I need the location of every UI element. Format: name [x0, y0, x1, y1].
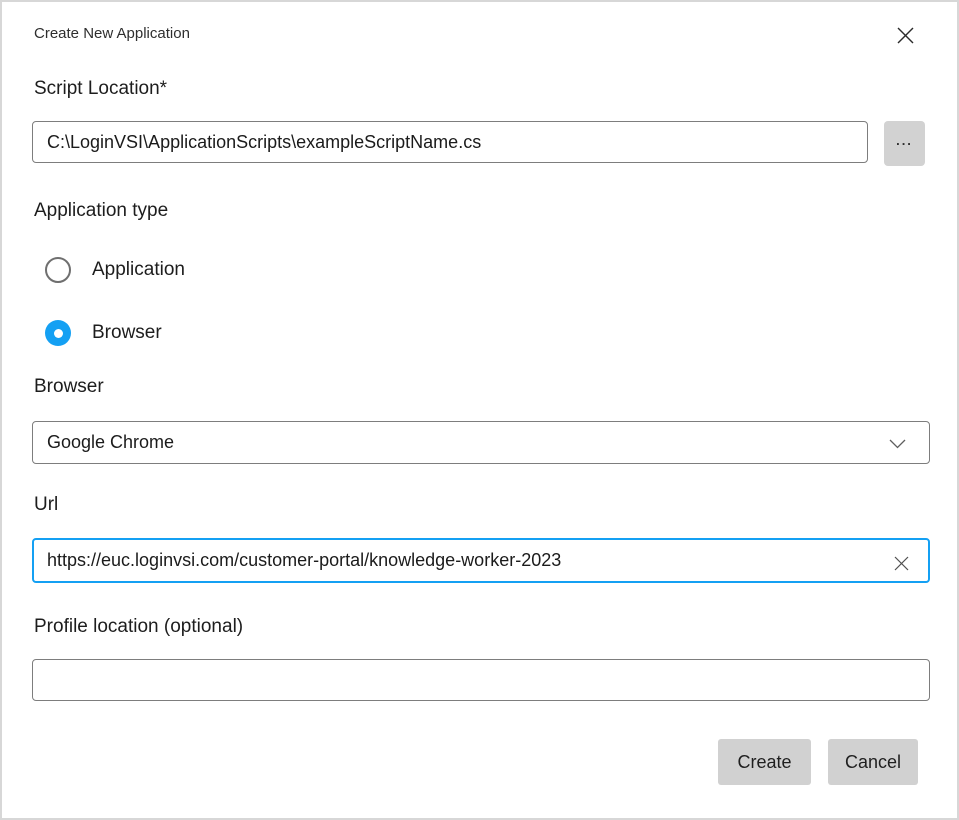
- radio-dot: [54, 329, 63, 338]
- radio-application-label: Application: [92, 259, 185, 281]
- cancel-button[interactable]: Cancel: [828, 739, 918, 785]
- close-icon: [897, 27, 914, 44]
- radio-selected-icon: [45, 320, 71, 346]
- radio-application[interactable]: Application: [45, 257, 185, 283]
- browser-label: Browser: [34, 376, 104, 398]
- close-button[interactable]: [886, 16, 924, 54]
- browser-select[interactable]: Google Chrome: [32, 421, 930, 464]
- create-button[interactable]: Create: [718, 739, 811, 785]
- application-type-label: Application type: [34, 200, 168, 222]
- chevron-down-icon: [889, 439, 906, 449]
- browser-select-value: Google Chrome: [47, 432, 174, 453]
- url-input[interactable]: [32, 538, 930, 583]
- url-label: Url: [34, 494, 58, 516]
- radio-unselected-icon: [45, 257, 71, 283]
- clear-icon: [894, 556, 909, 571]
- radio-browser-label: Browser: [92, 322, 162, 344]
- radio-browser[interactable]: Browser: [45, 320, 162, 346]
- profile-location-input[interactable]: [32, 659, 930, 701]
- browse-button[interactable]: ...: [884, 121, 925, 166]
- script-location-label: Script Location*: [34, 78, 167, 100]
- dialog-title: Create New Application: [34, 25, 190, 42]
- profile-location-label: Profile location (optional): [34, 616, 243, 638]
- script-location-input[interactable]: [32, 121, 868, 163]
- create-new-application-dialog: Create New Application Script Location* …: [0, 0, 959, 820]
- clear-url-button[interactable]: [886, 548, 916, 578]
